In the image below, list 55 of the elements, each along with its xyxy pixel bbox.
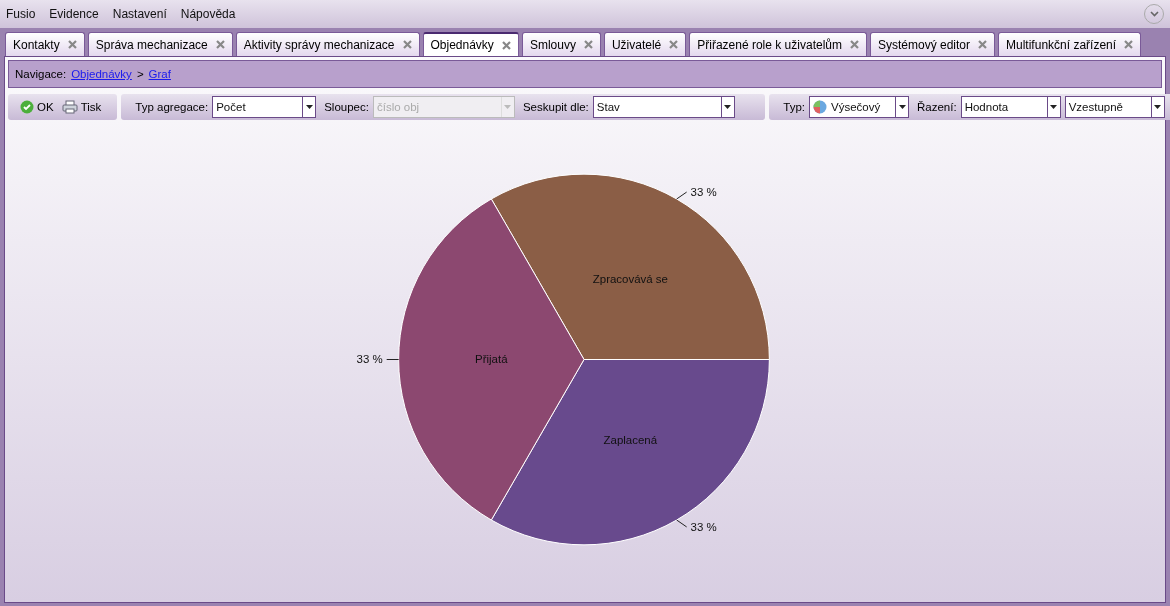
close-icon[interactable] (501, 40, 511, 50)
tab[interactable]: Multifunkční zařízení (998, 32, 1142, 56)
tab[interactable]: Smlouvy (521, 32, 601, 56)
print-button[interactable]: Tisk (59, 96, 104, 118)
printer-icon (61, 100, 78, 114)
menu-item[interactable]: Evidence (49, 7, 99, 21)
navigation-label: Navigace: (15, 68, 67, 80)
slice-label: Přijatá (475, 353, 508, 366)
dropdown[interactable]: Vzestupně (1064, 96, 1165, 118)
field-label: Řazení: (917, 101, 957, 113)
slice-label: Zaplacená (603, 433, 658, 446)
value-label: 33 % (690, 186, 717, 199)
menu-item[interactable]: Nápověda (180, 7, 236, 21)
dropdown[interactable]: Počet (212, 96, 317, 118)
close-icon[interactable] (1124, 40, 1134, 49)
close-icon[interactable] (402, 40, 412, 49)
menu-item[interactable]: Nastavení (112, 7, 167, 21)
ok-button[interactable]: OK (18, 96, 56, 118)
menu-item[interactable]: Fusio (6, 7, 36, 21)
dropdown-arrow[interactable] (895, 97, 908, 117)
dropdown-arrow[interactable] (720, 97, 734, 117)
close-icon[interactable] (850, 40, 859, 49)
field-label: Typ: (783, 101, 805, 113)
value-label: 33 % (356, 353, 383, 366)
tab[interactable]: Kontakty (5, 32, 85, 56)
dropdown[interactable]: Stav (592, 96, 735, 118)
dropdown-arrow[interactable] (1150, 97, 1164, 117)
breadcrumb-link[interactable]: Objednávky (71, 68, 132, 80)
breadcrumb-separator: > (136, 68, 144, 80)
breadcrumb-link[interactable]: Graf (148, 68, 171, 80)
slice-label: Zpracovává se (592, 273, 668, 286)
tab[interactable]: Přiřazené role k uživatelům (689, 32, 867, 56)
value-label: 33 % (690, 520, 717, 533)
field-label: Sloupec: (324, 101, 369, 113)
dropdown-arrow[interactable] (1046, 97, 1060, 117)
tab[interactable]: Správa mechanizace (87, 32, 233, 56)
check-icon (20, 100, 34, 114)
tab[interactable]: Objednávky (422, 32, 519, 56)
close-icon[interactable] (978, 40, 988, 49)
pie-chart-icon (813, 100, 827, 114)
tab[interactable]: Aktivity správy mechanizace (235, 32, 420, 56)
dropdown-arrow[interactable] (302, 97, 316, 117)
field-label: Typ agregace: (135, 101, 209, 113)
close-icon[interactable] (669, 40, 679, 49)
leader-line (386, 359, 400, 360)
tab[interactable]: Systémový editor (870, 32, 996, 56)
leader-line (676, 519, 688, 528)
field-label: Seskupit dle: (522, 101, 589, 113)
tab[interactable]: Uživatelé (603, 32, 687, 56)
close-icon[interactable] (67, 40, 77, 49)
close-icon[interactable] (583, 40, 593, 49)
close-icon[interactable] (215, 40, 225, 49)
dropdown[interactable]: Výsečový (809, 96, 909, 118)
leader-line (676, 191, 688, 200)
dropdown[interactable]: Hodnota (960, 96, 1061, 118)
